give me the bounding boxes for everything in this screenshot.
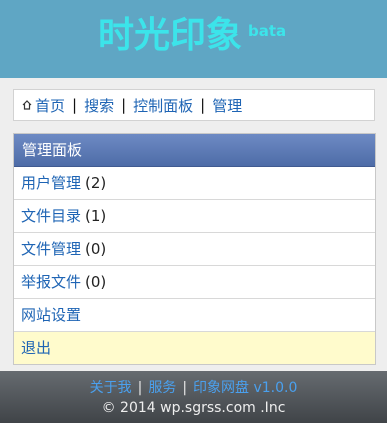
menu-item-count: (0) (85, 273, 107, 291)
menu-item-count: (0) (85, 240, 107, 258)
footer-links: 关于我 | 服务 | 印象网盘 v1.0.0 (0, 379, 387, 397)
menu-item-label[interactable]: 举报文件 (21, 273, 81, 291)
panel-title: 管理面板 (14, 134, 375, 167)
breadcrumb-manage-link[interactable]: 管理 (212, 95, 242, 116)
breadcrumb-separator: | (200, 96, 206, 114)
breadcrumb-search-link[interactable]: 搜索 (84, 95, 114, 116)
menu-item-label[interactable]: 退出 (21, 339, 51, 357)
menu-item-label[interactable]: 用户管理 (21, 174, 81, 192)
footer-separator: | (182, 380, 188, 396)
breadcrumb-home-link[interactable]: 首页 (35, 95, 65, 116)
menu-item-reported-files[interactable]: 举报文件 (0) (14, 266, 375, 299)
menu-item-label[interactable]: 文件目录 (21, 207, 81, 225)
menu-item-user-management[interactable]: 用户管理 (2) (14, 167, 375, 200)
menu-item-count: (1) (85, 207, 107, 225)
copyright-text: © 2014 wp.sgrss.com .Inc (101, 400, 286, 416)
menu-item-count: (2) (85, 174, 107, 192)
menu-item-label[interactable]: 网站设置 (21, 306, 81, 324)
footer-separator: | (137, 380, 143, 396)
admin-panel: 管理面板 用户管理 (2) 文件目录 (1) 文件管理 (0) 举报文件 (0) 网站设… (13, 133, 376, 365)
breadcrumb-separator: | (72, 96, 78, 114)
breadcrumb-separator: | (121, 96, 127, 114)
site-footer: 关于我 | 服务 | 印象网盘 v1.0.0 © 2014 wp.sgrss.com .… (0, 371, 387, 423)
breadcrumb-control-panel-link[interactable]: 控制面板 (133, 95, 193, 116)
breadcrumb: 首页 | 搜索 | 控制面板 | 管理 (13, 89, 375, 121)
footer-link-about[interactable]: 关于我 (90, 380, 132, 396)
site-logo[interactable]: 时光印象 (98, 14, 242, 58)
menu-item-logout[interactable]: 退出 (14, 332, 375, 364)
footer-link-version[interactable]: 印象网盘 v1.0.0 (193, 380, 297, 396)
site-header: 时光印象 bata (0, 0, 387, 78)
footer-link-service[interactable]: 服务 (148, 380, 176, 396)
menu-item-label[interactable]: 文件管理 (21, 240, 81, 258)
home-icon[interactable] (22, 100, 32, 110)
menu-item-file-directory[interactable]: 文件目录 (1) (14, 200, 375, 233)
menu-item-site-settings[interactable]: 网站设置 (14, 299, 375, 332)
logo-version-tag: bata (248, 22, 287, 40)
menu-item-file-management[interactable]: 文件管理 (0) (14, 233, 375, 266)
